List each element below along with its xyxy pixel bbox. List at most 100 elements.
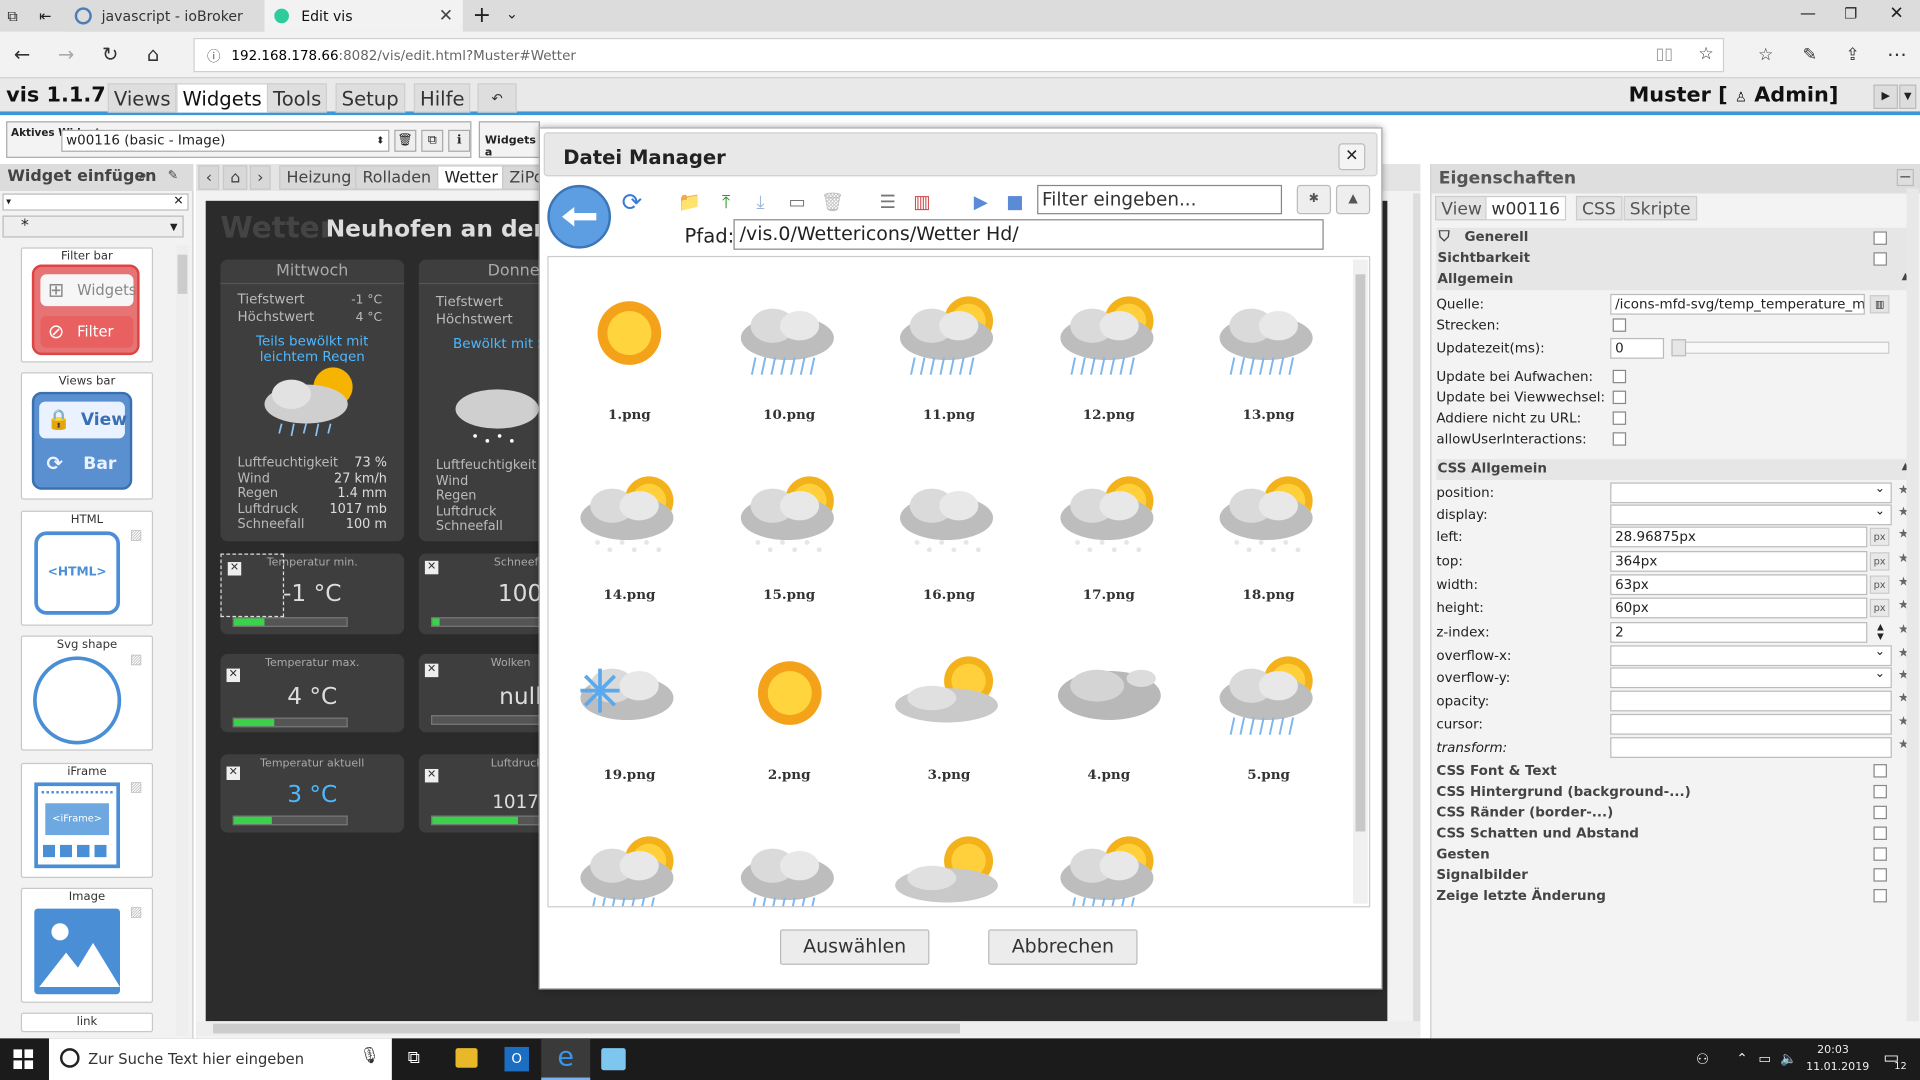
undo-icon[interactable]: ↶ (477, 83, 517, 113)
browse-icon[interactable]: ▥ (1869, 295, 1890, 314)
back-arrow-icon[interactable]: ← (9, 42, 36, 69)
file-item[interactable]: 4.png (1035, 629, 1182, 800)
section-header[interactable]: ⛉ Generell (1436, 227, 1914, 249)
path-input[interactable]: /vis.0/Wettericons/Wetter Hd/ (733, 219, 1324, 250)
tab-skripte[interactable]: Skripte (1623, 195, 1697, 221)
info-widget-icon[interactable]: ℹ (448, 129, 471, 152)
widget-card-html[interactable]: HTML ▨ <HTML> (20, 510, 154, 626)
file-explorer-icon[interactable] (455, 1048, 478, 1068)
windows-start-icon[interactable] (13, 1049, 34, 1069)
palette-filter-select[interactable]: * ▼ (2, 215, 184, 238)
value-tile[interactable]: Temperatur aktuell 3 °C ✕ (220, 754, 405, 833)
delete-icon[interactable]: 🗑 (820, 190, 844, 214)
settings-icon[interactable]: ✱ (1296, 184, 1332, 215)
delete-widget-icon[interactable]: 🗑 (394, 129, 417, 152)
close-icon[interactable]: ✕ (1338, 143, 1366, 171)
delete-icon[interactable]: ✕ (424, 560, 439, 575)
forward-arrow-icon[interactable]: → (53, 42, 80, 69)
tab-css[interactable]: CSS (1575, 195, 1622, 221)
chevron-down-icon[interactable]: ⌄ (1875, 482, 1885, 495)
section-header[interactable]: Sichtbarkeit (1436, 248, 1914, 270)
clock-date[interactable]: 11.01.2019 (1806, 1062, 1869, 1074)
file-item[interactable] (716, 809, 863, 907)
unit-label[interactable]: px (1869, 598, 1890, 618)
browser-tab-edit-vis[interactable]: Edit vis ✕ (264, 0, 463, 32)
download-icon[interactable]: ⤓ (748, 190, 772, 214)
menu-tools[interactable]: Tools (266, 83, 328, 113)
select-button[interactable]: Auswählen (780, 929, 930, 965)
widget-card-svg-shape[interactable]: Svg shape ▨ (20, 635, 154, 751)
refresh-icon[interactable]: ⟳ (620, 190, 644, 214)
section-checkbox[interactable] (1873, 231, 1887, 245)
file-item[interactable]: 10.png (716, 269, 863, 440)
back-arrow-icon[interactable] (547, 184, 612, 249)
file-item[interactable]: 13.png (1195, 269, 1342, 440)
file-item[interactable] (556, 809, 703, 907)
section-checkbox[interactable] (1873, 252, 1887, 266)
address-bar[interactable]: ⓘ 192.168.178.66:8082/vis/edit.html?Must… (193, 37, 1725, 73)
selected-widget-box[interactable]: ✕ (220, 553, 285, 618)
file-item[interactable]: 1.png (556, 269, 703, 440)
value-tile[interactable]: Temperatur max. 4 °C ✕ (220, 653, 405, 733)
file-item[interactable]: 14.png (556, 449, 703, 620)
clear-icon[interactable]: ✕ (173, 195, 183, 210)
chevron-up-icon[interactable]: ⌃ (1736, 1051, 1747, 1067)
property-checkbox[interactable] (1612, 318, 1627, 332)
widget-card-link[interactable]: link (20, 1012, 154, 1033)
prev-view-icon[interactable]: ‹ (198, 165, 220, 190)
home-view-icon[interactable]: ⌂ (222, 165, 248, 190)
chevron-down-icon[interactable]: ⌄ (1875, 645, 1885, 658)
property-checkbox[interactable] (1612, 432, 1627, 446)
tab-w00116[interactable]: w00116 (1485, 195, 1567, 221)
list-view-icon[interactable]: ☰ (876, 190, 900, 214)
css-property-input[interactable] (1610, 667, 1892, 689)
unit-label[interactable]: px (1869, 527, 1890, 547)
favorite-star-icon[interactable]: ☆ (1698, 44, 1713, 64)
maximize-icon[interactable]: ❐ (1844, 5, 1857, 22)
css-property-input[interactable] (1610, 504, 1892, 526)
upload-icon[interactable]: ⤒ (714, 190, 738, 214)
outlook-icon[interactable]: O (504, 1046, 529, 1072)
minimize-icon[interactable]: — (1800, 5, 1816, 23)
volume-icon[interactable]: 🔈 (1780, 1051, 1797, 1067)
css-property-input[interactable]: 63px (1610, 574, 1868, 596)
more-icon[interactable]: ⋯ (1883, 42, 1910, 69)
file-grid-scrollbar[interactable] (1353, 259, 1368, 904)
file-item[interactable]: 2.png (716, 629, 863, 800)
group-checkbox[interactable] (1873, 764, 1887, 778)
group-checkbox[interactable] (1873, 805, 1887, 820)
css-property-input[interactable]: 60px (1610, 597, 1868, 619)
unit-label[interactable]: px (1869, 575, 1890, 594)
task-view-icon[interactable]: ⧉ (408, 1048, 420, 1068)
copy-widget-icon[interactable]: ⧉ (421, 129, 444, 152)
menu-widgets[interactable]: Widgets (176, 83, 268, 113)
network-icon[interactable]: ▭ (1758, 1051, 1771, 1067)
group-checkbox[interactable] (1873, 826, 1887, 841)
run-view-icon[interactable]: ▶ (1873, 84, 1898, 109)
palette-scrollbar[interactable] (176, 244, 189, 1036)
delete-icon[interactable]: ✕ (424, 768, 439, 783)
css-property-input[interactable]: 28.96875px (1610, 526, 1868, 548)
clock-time[interactable]: 20:03 (1817, 1044, 1849, 1056)
css-property-input[interactable] (1610, 737, 1892, 758)
group-checkbox[interactable] (1873, 847, 1887, 861)
new-folder-icon[interactable]: 📁 (677, 190, 701, 214)
reload-icon[interactable]: ↻ (97, 42, 124, 69)
css-property-input[interactable] (1610, 713, 1892, 735)
css-property-input[interactable] (1610, 645, 1892, 667)
widget-card-iframe[interactable]: iFrame ▨ <iFrame> (20, 762, 154, 878)
home-icon[interactable]: ⌂ (140, 42, 167, 69)
value-tile[interactable]: Temperatur min. -1 °C ✕ (220, 553, 405, 635)
property-checkbox[interactable] (1612, 390, 1627, 405)
file-item[interactable]: 3.png (876, 629, 1023, 800)
tab-wetter[interactable]: Wetter (437, 165, 506, 190)
search-icon[interactable]: ⌕ (140, 169, 147, 182)
palette-search-input[interactable]: ▾ ✕ (2, 193, 189, 211)
canvas-scrollbar-vertical[interactable] (1413, 193, 1421, 1022)
chevron-down-icon[interactable]: ⌄ (1875, 504, 1885, 517)
delete-icon[interactable]: ✕ (227, 562, 242, 576)
stop-icon[interactable]: ■ (1003, 190, 1027, 214)
delete-icon[interactable]: ✕ (226, 766, 241, 781)
file-item[interactable]: 18.png (1195, 449, 1342, 620)
property-checkbox[interactable] (1612, 411, 1627, 425)
